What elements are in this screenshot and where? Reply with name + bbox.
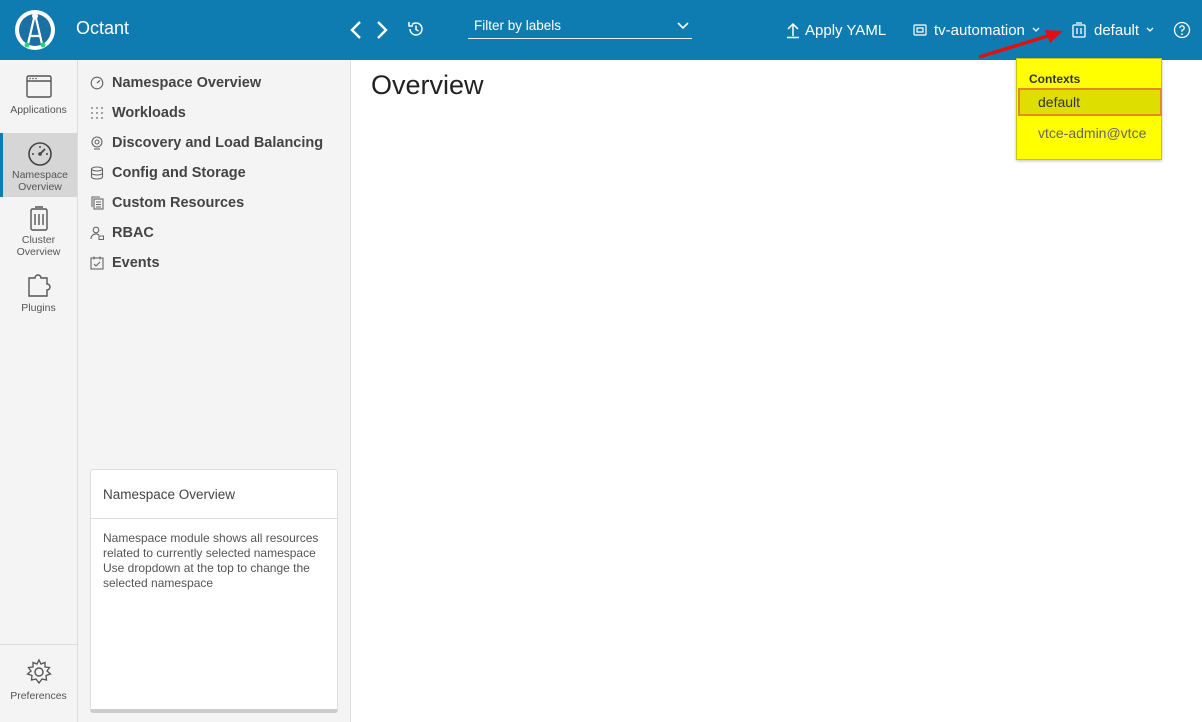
gear-icon <box>25 658 52 685</box>
nav-label: Discovery and Load Balancing <box>112 135 324 151</box>
file-group-icon <box>91 196 104 210</box>
nav-config-storage[interactable]: Config and Storage <box>90 162 246 184</box>
nav-label: Custom Resources <box>112 195 245 211</box>
nav-label: Namespace Overview <box>112 75 262 91</box>
label-filter-placeholder: Filter by labels <box>474 18 562 33</box>
forward-icon[interactable] <box>370 18 392 42</box>
rail-label: Applications <box>10 104 67 116</box>
rail-item-namespace-overview[interactable]: Namespace Overview <box>0 133 77 197</box>
chevron-down-icon <box>1146 27 1154 32</box>
rail-label: Preferences <box>10 690 67 702</box>
contexts-heading: Contexts <box>1029 72 1081 86</box>
rail-label: Plugins <box>21 302 56 314</box>
nav-label: RBAC <box>112 225 154 241</box>
page-title: Overview <box>371 70 484 100</box>
network-icon <box>91 136 103 150</box>
label-filter-select[interactable]: Filter by labels <box>468 16 692 39</box>
applications-icon <box>25 75 52 98</box>
rail-divider <box>0 644 77 645</box>
context-label: default <box>1094 21 1140 39</box>
cluster-icon <box>29 206 48 231</box>
help-info-card: Namespace Overview Namespace module show… <box>90 469 338 713</box>
cluster-context-icon <box>1072 22 1086 38</box>
dashboard-icon <box>90 76 104 90</box>
grid-icon <box>91 107 103 119</box>
secondary-nav: Namespace Overview Workloads Discovery a… <box>78 60 351 722</box>
rail-label: Overview <box>18 181 62 193</box>
dashboard-icon <box>28 142 52 166</box>
rail-label: Overview <box>16 246 61 258</box>
info-card-divider <box>91 518 337 519</box>
nav-namespace-overview[interactable]: Namespace Overview <box>90 72 261 94</box>
apply-yaml-button[interactable]: Apply YAML <box>785 18 886 42</box>
contexts-menu: Contexts default vtce-admin@vtce <box>1016 58 1162 160</box>
nav-rbac[interactable]: RBAC <box>90 222 154 244</box>
context-item-label: vtce-admin@vtce <box>1038 125 1147 141</box>
history-icon[interactable] <box>405 18 427 40</box>
nav-custom-resources[interactable]: Custom Resources <box>90 192 244 214</box>
rail-item-plugins[interactable]: Plugins <box>0 270 77 320</box>
plugin-icon <box>27 274 51 297</box>
context-item-default[interactable]: default <box>1018 88 1162 116</box>
rail-item-cluster-overview[interactable]: Cluster Overview <box>0 206 77 258</box>
nav-label: Workloads <box>112 105 186 121</box>
octant-logo-icon[interactable] <box>14 8 56 52</box>
user-lock-icon <box>90 226 104 240</box>
rail-item-preferences[interactable]: Preferences <box>0 658 77 708</box>
calendar-check-icon <box>90 256 104 270</box>
nav-label: Config and Storage <box>112 165 246 181</box>
annotation-arrow-icon <box>978 30 1063 59</box>
context-item-label: default <box>1038 94 1081 110</box>
nav-label: Events <box>112 255 160 271</box>
upload-icon <box>787 22 799 39</box>
context-dropdown[interactable]: default <box>1070 18 1155 42</box>
chevron-down-icon <box>677 22 689 30</box>
rail-label: Cluster <box>21 234 56 246</box>
nav-discovery-load-balancing[interactable]: Discovery and Load Balancing <box>90 132 323 154</box>
nav-workloads[interactable]: Workloads <box>90 102 186 124</box>
rail-item-applications[interactable]: Applications <box>0 74 77 134</box>
nav-events[interactable]: Events <box>90 252 160 274</box>
info-card-body: Namespace module shows all resources rel… <box>103 531 319 590</box>
help-icon[interactable] <box>1173 21 1191 39</box>
apply-yaml-label: Apply YAML <box>805 21 887 39</box>
back-icon[interactable] <box>346 18 368 42</box>
namespace-icon <box>913 24 927 36</box>
context-item-vtce-admin[interactable]: vtce-admin@vtce <box>1018 119 1162 147</box>
left-rail: Applications Namespace Overview Cluster … <box>0 60 78 722</box>
app-title: Octant <box>76 18 130 38</box>
rail-label: Namespace <box>11 169 69 181</box>
info-card-title: Namespace Overview <box>103 487 236 502</box>
storage-icon <box>90 166 104 180</box>
